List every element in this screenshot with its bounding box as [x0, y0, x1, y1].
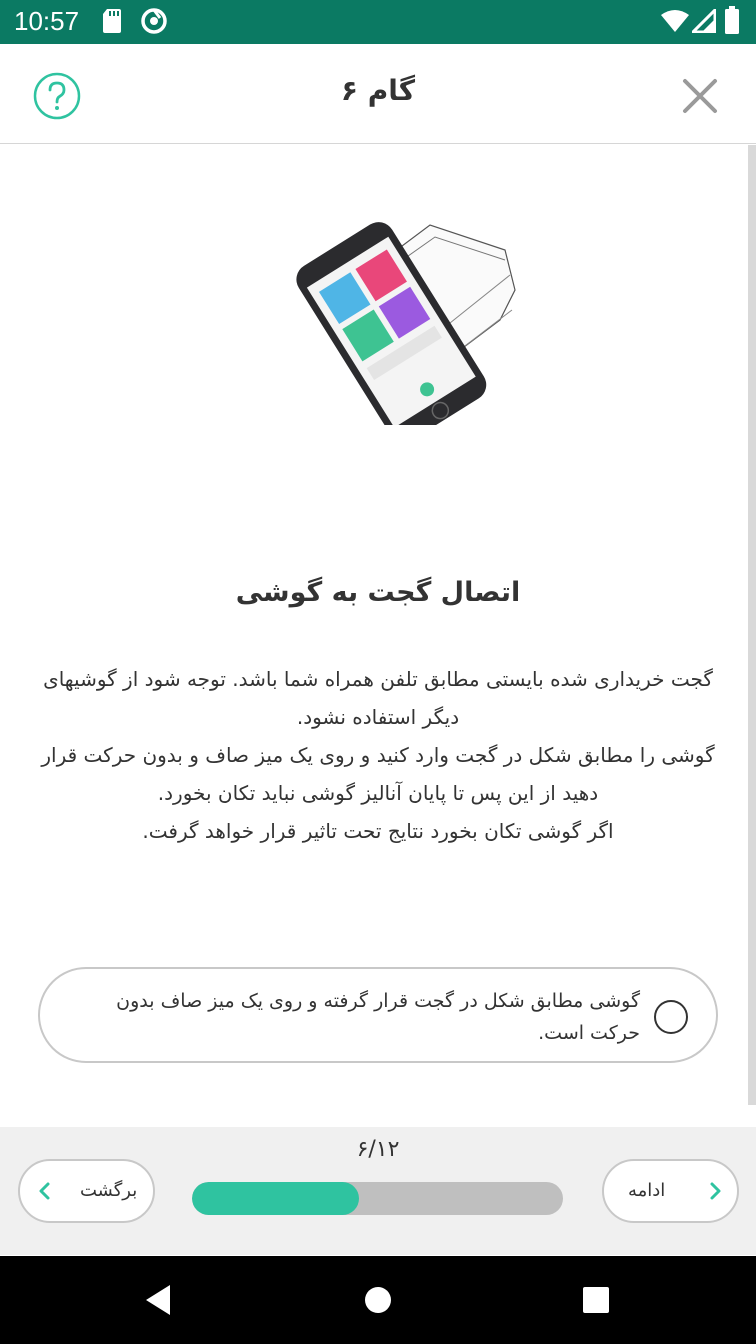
phone-in-gadget-image	[250, 215, 530, 443]
close-icon	[683, 79, 717, 113]
section-heading: اتصال گجت به گوشی	[235, 577, 521, 608]
back-triangle-icon[interactable]	[144, 1284, 172, 1320]
instruction-text: گجت خریداری شده بایستی مطابق تلفن همراه …	[40, 660, 716, 850]
confirm-phone-placed-option[interactable]: گوشی مطابق شکل در گجت قرار گرفته و روی ی…	[38, 967, 718, 1063]
next-button[interactable]: ادامه	[602, 1159, 739, 1223]
step-navigation-bar: ۶/۱۲ برگشت ادامه	[0, 1127, 756, 1255]
step-progress-bar	[192, 1182, 563, 1215]
close-button[interactable]	[680, 76, 720, 116]
instruction-paragraph: اگر گوشی تکان بخورد نتایج تحت تاثیر قرار…	[142, 819, 614, 843]
scrollbar[interactable]	[748, 145, 756, 1105]
page-title: گام ۶	[340, 74, 416, 107]
back-button[interactable]: برگشت	[18, 1159, 155, 1223]
chevron-right-icon	[710, 1182, 721, 1200]
confirm-radio[interactable]	[654, 1000, 688, 1034]
data-saver-icon	[140, 7, 168, 39]
wifi-icon	[660, 9, 690, 37]
status-time: 10:57	[14, 6, 80, 36]
home-circle-icon[interactable]	[364, 1286, 392, 1318]
status-bar: 10:57	[0, 0, 756, 44]
back-button-label: برگشت	[80, 1180, 138, 1201]
next-button-label: ادامه	[628, 1180, 666, 1201]
chevron-left-icon	[39, 1182, 50, 1200]
step-progress-fill	[192, 1182, 359, 1215]
recents-square-icon[interactable]	[582, 1286, 610, 1318]
step-content: اتصال گجت به گوشی گجت خریداری شده بایستی…	[0, 145, 748, 1105]
instruction-paragraph: گجت خریداری شده بایستی مطابق تلفن همراه …	[43, 667, 713, 729]
app-bar: گام ۶	[0, 44, 756, 144]
confirm-option-label: گوشی مطابق شکل در گجت قرار گرفته و روی ی…	[116, 990, 640, 1044]
system-nav-bar	[0, 1256, 756, 1344]
signal-icon	[689, 6, 717, 37]
battery-icon	[724, 6, 740, 38]
instruction-paragraph: گوشی را مطابق شکل در گجت وارد کنید و روی…	[41, 743, 715, 805]
sd-card-icon	[102, 8, 122, 38]
